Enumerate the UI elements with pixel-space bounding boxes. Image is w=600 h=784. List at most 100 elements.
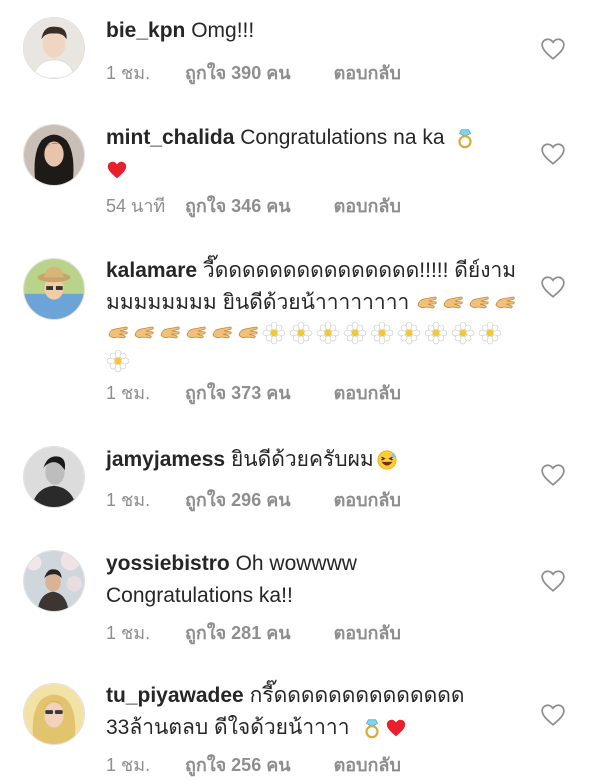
comment-likes[interactable]: ถูกใจ 281 คน bbox=[185, 618, 291, 647]
clapping-hands-icon bbox=[132, 321, 156, 345]
blossom-icon bbox=[106, 349, 130, 373]
comment-time: 1 ชม. bbox=[106, 755, 151, 775]
comment-username[interactable]: yossiebistro bbox=[106, 552, 230, 575]
blossom-icon bbox=[262, 321, 286, 345]
avatar[interactable] bbox=[23, 258, 85, 320]
comment-time: 54 นาที bbox=[106, 196, 166, 216]
like-button[interactable] bbox=[540, 462, 566, 488]
comment-meta: 1 ชม. ถูกใจ 256 คน ตอบกลับ bbox=[106, 750, 401, 779]
comment-username[interactable]: kalamare bbox=[106, 259, 197, 282]
likes-label: ถูกใจ bbox=[185, 196, 227, 216]
comment-time: 1 ชม. bbox=[106, 63, 151, 83]
clapping-hands-icon bbox=[415, 291, 439, 315]
reply-button[interactable]: ตอบกลับ bbox=[334, 378, 401, 407]
avatar[interactable] bbox=[23, 683, 85, 745]
comment-meta: 54 นาที ถูกใจ 346 คน ตอบกลับ bbox=[106, 191, 401, 220]
like-button[interactable] bbox=[540, 141, 566, 167]
comment-text-line2: Congratulations ka!! bbox=[106, 584, 293, 607]
ring-icon bbox=[361, 717, 383, 739]
avatar[interactable] bbox=[23, 124, 85, 186]
comment-text: กรี๊ดดดดดดดดดดดดดด bbox=[249, 684, 465, 707]
likes-label: ถูกใจ bbox=[185, 63, 227, 83]
clapping-hands-icon bbox=[106, 321, 130, 345]
comment-likes[interactable]: ถูกใจ 390 คน bbox=[185, 58, 291, 87]
likes-label: ถูกใจ bbox=[185, 490, 227, 510]
like-button[interactable] bbox=[540, 274, 566, 300]
avatar-man-bw-icon bbox=[24, 447, 84, 507]
comment-text-block: tu_piyawadee กรี๊ดดดดดดดดดดดดดด 33ล้านตล… bbox=[106, 680, 524, 744]
heart-outline-icon bbox=[541, 276, 565, 298]
reply-button[interactable]: ตอบกลับ bbox=[334, 485, 401, 514]
red-heart-icon bbox=[106, 159, 128, 181]
likes-label: ถูกใจ bbox=[185, 383, 227, 403]
blossom-icon bbox=[370, 321, 394, 345]
reply-button[interactable]: ตอบกลับ bbox=[334, 750, 401, 779]
avatar[interactable] bbox=[23, 550, 85, 612]
emoji-group bbox=[415, 291, 519, 314]
blossom-icon bbox=[289, 321, 313, 345]
emoji-row bbox=[106, 347, 524, 375]
clapping-hands-icon bbox=[184, 321, 208, 345]
avatar[interactable] bbox=[23, 17, 85, 79]
likes-unit: คน bbox=[266, 755, 291, 775]
comment-text: Omg!!! bbox=[191, 19, 255, 42]
heart-outline-icon bbox=[541, 38, 565, 60]
comment-meta: 1 ชม. ถูกใจ 390 คน ตอบกลับ bbox=[106, 58, 401, 87]
comment-text-line2: 33ล้านตลบ ดีใจด้วยน้าาาา bbox=[106, 716, 350, 739]
likes-count: 296 bbox=[231, 490, 262, 510]
comment-username[interactable]: tu_piyawadee bbox=[106, 684, 244, 707]
likes-unit: คน bbox=[266, 196, 291, 216]
blossom-icon bbox=[343, 321, 367, 345]
comment-meta: 1 ชม. ถูกใจ 296 คน ตอบกลับ bbox=[106, 485, 401, 514]
reply-button[interactable]: ตอบกลับ bbox=[334, 58, 401, 87]
comment-likes[interactable]: ถูกใจ 256 คน bbox=[185, 750, 291, 779]
likes-unit: คน bbox=[266, 63, 291, 83]
comment-text: ยินดีด้วยครับผม bbox=[230, 448, 374, 471]
comment-username[interactable]: mint_chalida bbox=[106, 126, 234, 149]
comment-time: 1 ชม. bbox=[106, 490, 151, 510]
comment-meta: 1 ชม. ถูกใจ 281 คน ตอบกลับ bbox=[106, 618, 401, 647]
like-button[interactable] bbox=[540, 568, 566, 594]
reply-button[interactable]: ตอบกลับ bbox=[334, 618, 401, 647]
avatar-man-icon bbox=[24, 18, 84, 78]
heart-outline-icon bbox=[541, 570, 565, 592]
comment-text-block: bie_kpn Omg!!! bbox=[106, 15, 524, 47]
avatar-blossom-icon bbox=[24, 551, 84, 611]
clapping-hands-icon bbox=[210, 321, 234, 345]
likes-unit: คน bbox=[266, 623, 291, 643]
comment-likes[interactable]: ถูกใจ 346 คน bbox=[185, 191, 291, 220]
comment-username[interactable]: bie_kpn bbox=[106, 19, 185, 42]
comment-meta: 1 ชม. ถูกใจ 373 คน ตอบกลับ bbox=[106, 378, 401, 407]
likes-label: ถูกใจ bbox=[185, 623, 227, 643]
red-heart-icon bbox=[385, 717, 407, 739]
comment-likes[interactable]: ถูกใจ 296 คน bbox=[185, 485, 291, 514]
avatar-hat-icon bbox=[24, 259, 84, 319]
blossom-icon bbox=[424, 321, 448, 345]
likes-unit: คน bbox=[266, 490, 291, 510]
reply-button[interactable]: ตอบกลับ bbox=[334, 191, 401, 220]
clapping-hands-icon bbox=[236, 321, 260, 345]
comment-text-block: kalamare วี๊ดดดดดดดดดดดดดดด!!!!! ดีย์งาม… bbox=[106, 255, 524, 375]
clapping-hands-icon bbox=[441, 291, 465, 315]
comment-username[interactable]: jamyjamess bbox=[106, 448, 225, 471]
likes-label: ถูกใจ bbox=[185, 755, 227, 775]
likes-unit: คน bbox=[266, 383, 291, 403]
clapping-hands-icon bbox=[467, 291, 491, 315]
heart-outline-icon bbox=[541, 143, 565, 165]
emoji-row bbox=[106, 319, 524, 347]
comment-text-block: jamyjamess ยินดีด้วยครับผม bbox=[106, 444, 524, 476]
laughing-face-icon bbox=[376, 449, 398, 471]
like-button[interactable] bbox=[540, 702, 566, 728]
avatar[interactable] bbox=[23, 446, 85, 508]
comment-likes[interactable]: ถูกใจ 373 คน bbox=[185, 378, 291, 407]
like-button[interactable] bbox=[540, 36, 566, 62]
blossom-icon bbox=[478, 321, 502, 345]
comment-time: 1 ชม. bbox=[106, 623, 151, 643]
heart-outline-icon bbox=[541, 704, 565, 726]
likes-count: 346 bbox=[231, 196, 262, 216]
comment-list: bie_kpn Omg!!! 1 ชม. ถูกใจ 390 คน ตอบกลั… bbox=[0, 0, 600, 784]
blossom-icon bbox=[316, 321, 340, 345]
heart-outline-icon bbox=[541, 464, 565, 486]
likes-count: 390 bbox=[231, 63, 262, 83]
avatar-woman-icon bbox=[24, 125, 84, 185]
